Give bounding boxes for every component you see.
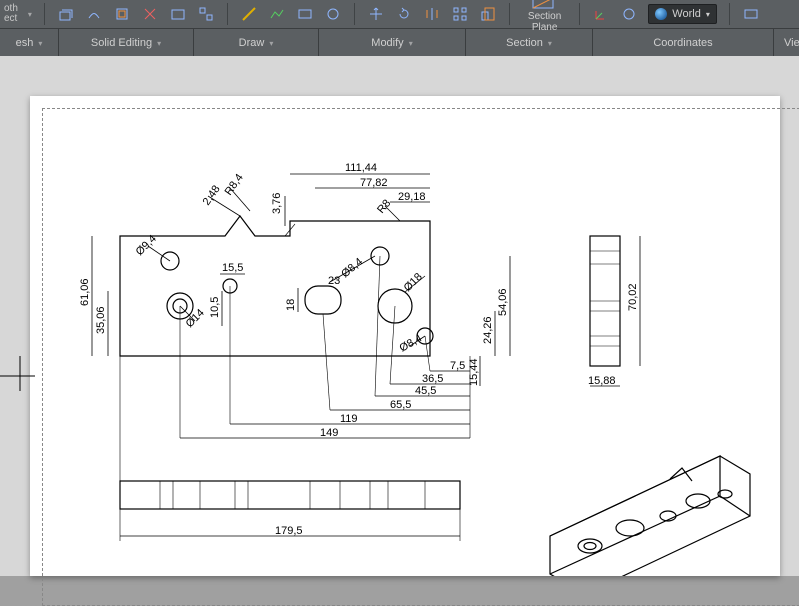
array-icon[interactable]: [451, 5, 469, 23]
shell-icon[interactable]: [169, 5, 187, 23]
svg-text:65,5: 65,5: [390, 399, 411, 411]
bottom-view: [120, 481, 460, 509]
view-icon[interactable]: [742, 5, 760, 23]
panel-section[interactable]: Section▾: [466, 29, 593, 57]
rectangle-icon[interactable]: [296, 5, 314, 23]
svg-text:3,76: 3,76: [271, 193, 283, 214]
svg-text:29,18: 29,18: [398, 191, 426, 203]
dimensions: 111,44 77,82 29,18 3,76 2,48 R8,4 R8 61,: [79, 162, 640, 541]
svg-text:54,06: 54,06: [497, 288, 509, 316]
paper-sheet: 111,44 77,82 29,18 3,76 2,48 R8,4 R8 61,: [30, 96, 780, 576]
svg-text:179,5: 179,5: [275, 525, 303, 537]
separate-icon[interactable]: [197, 5, 215, 23]
svg-text:15,88: 15,88: [588, 375, 616, 387]
circle-icon[interactable]: [324, 5, 342, 23]
move-icon[interactable]: [367, 5, 385, 23]
panel-modify[interactable]: Modify▾: [319, 29, 466, 57]
svg-text:111,44: 111,44: [345, 162, 377, 174]
svg-text:Ø8,4: Ø8,4: [339, 256, 365, 281]
svg-text:119: 119: [340, 413, 358, 425]
panel-view[interactable]: View▾: [774, 29, 799, 57]
panel-solid-editing[interactable]: Solid Editing▾: [59, 29, 194, 57]
ucs-icon[interactable]: [592, 5, 610, 23]
ribbon-panel-row: esh▾ Solid Editing▾ Draw▾ Modify▾ Sectio…: [0, 28, 799, 57]
globe-icon: [655, 8, 667, 20]
svg-text:61,06: 61,06: [79, 278, 91, 306]
svg-text:Ø14: Ø14: [184, 307, 207, 330]
panel-draw[interactable]: Draw▾: [194, 29, 319, 57]
section-plane-button[interactable]: Section Plane: [522, 0, 567, 33]
scale-icon[interactable]: [479, 5, 497, 23]
panel-mesh[interactable]: esh▾: [0, 29, 59, 57]
svg-text:23: 23: [328, 275, 340, 287]
svg-text:77,82: 77,82: [360, 177, 388, 189]
chevron-down-icon[interactable]: ▾: [28, 10, 32, 19]
svg-text:35,06: 35,06: [95, 306, 107, 334]
extrude-face-icon[interactable]: [57, 5, 75, 23]
ribbon-tool-row: othect ▾ Section Plane: [0, 0, 799, 28]
ucs-world-icon[interactable]: [620, 5, 638, 23]
svg-text:70,02: 70,02: [627, 283, 639, 311]
svg-text:R8,4: R8,4: [223, 172, 246, 198]
svg-text:15,5: 15,5: [222, 262, 243, 274]
polyline-icon[interactable]: [268, 5, 286, 23]
rotate-icon[interactable]: [395, 5, 413, 23]
svg-text:18: 18: [285, 299, 297, 311]
ribbon: othect ▾ Section Plane: [0, 0, 799, 57]
svg-text:36,5: 36,5: [422, 373, 443, 385]
coordinate-system-select[interactable]: World ▾: [648, 4, 717, 24]
svg-text:24,26: 24,26: [482, 316, 494, 344]
svg-text:2,48: 2,48: [201, 183, 223, 207]
svg-text:Ø8,4: Ø8,4: [398, 332, 425, 354]
origin-marker: [0, 356, 40, 396]
svg-text:7,5: 7,5: [450, 360, 465, 372]
move-face-icon[interactable]: [85, 5, 103, 23]
truncated-left-labels: othect: [4, 4, 18, 24]
svg-text:10,5: 10,5: [209, 297, 221, 318]
side-view: [590, 236, 620, 366]
line-icon[interactable]: [240, 5, 258, 23]
technical-drawing: 111,44 77,82 29,18 3,76 2,48 R8,4 R8 61,: [30, 96, 780, 576]
front-view: [120, 216, 433, 356]
mirror-icon[interactable]: [423, 5, 441, 23]
svg-text:45,5: 45,5: [415, 385, 436, 397]
svg-text:Ø18: Ø18: [402, 271, 425, 294]
isometric-view: [550, 456, 750, 576]
svg-text:R8: R8: [375, 197, 393, 215]
panel-coordinates[interactable]: Coordinates: [593, 29, 774, 57]
drawing-canvas[interactable]: 111,44 77,82 29,18 3,76 2,48 R8,4 R8 61,: [0, 56, 799, 576]
delete-face-icon[interactable]: [141, 5, 159, 23]
offset-face-icon[interactable]: [113, 5, 131, 23]
svg-text:149: 149: [320, 427, 338, 439]
